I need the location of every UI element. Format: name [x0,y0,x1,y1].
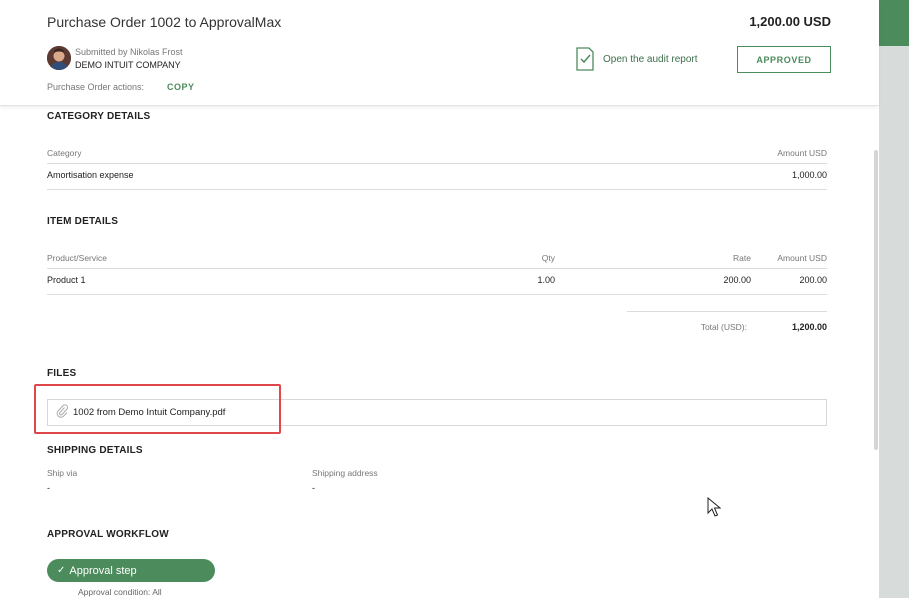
column-header-category: Category [47,148,82,158]
company-name: DEMO INTUIT COMPANY [75,60,181,70]
approval-workflow-title: APPROVAL WORKFLOW [47,529,169,540]
item-amount-cell: 200.00 [799,275,827,285]
shipping-address-label: Shipping address [312,468,378,478]
ship-via-value: - [47,483,50,493]
approval-condition: Approval condition: All [78,587,162,597]
audit-report-link[interactable]: Open the audit report [603,54,698,65]
category-amount-cell: 1,000.00 [791,170,827,180]
po-actions-label: Purchase Order actions: [47,82,145,92]
column-header-product: Product/Service [47,253,107,263]
total-value: 1,200.00 [791,322,827,332]
column-header-amount-usd: Amount USD [777,253,827,263]
category-cell: Amortisation expense [47,170,134,180]
mouse-cursor-icon [707,497,721,517]
avatar [47,46,71,70]
ship-via-label: Ship via [47,468,78,478]
approved-status-button[interactable]: APPROVED [737,46,831,73]
po-header: Purchase Order 1002 to ApprovalMax 1,200… [0,0,879,106]
audit-report-icon[interactable] [576,47,594,71]
check-icon: ✓ [57,565,66,576]
side-panel-accent [879,0,909,46]
approval-step-label: Approval step [69,564,137,577]
item-details-title: ITEM DETAILS [47,216,119,227]
highlight-box [34,384,281,434]
column-header-qty: Qty [541,253,555,263]
submitted-by: Submitted by Nikolas Frost [75,47,183,57]
category-details-title: CATEGORY DETAILS [47,111,151,122]
approval-step-pill[interactable]: ✓ Approval step [47,559,215,582]
column-header-rate: Rate [733,253,751,263]
files-title: FILES [47,368,77,379]
total-divider [627,311,827,312]
divider [47,294,827,295]
shipping-details-title: SHIPPING DETAILS [47,445,143,456]
total-label: Total (USD): [700,322,747,332]
divider [47,163,827,164]
column-header-amount: Amount USD [777,148,827,158]
divider [47,268,827,269]
side-panel [879,0,909,598]
rate-cell: 200.00 [723,275,751,285]
divider [47,189,827,190]
copy-link[interactable]: COPY [167,82,195,92]
qty-cell: 1.00 [537,275,555,285]
shipping-address-value: - [312,483,315,493]
product-cell: Product 1 [47,275,86,285]
page-title: Purchase Order 1002 to ApprovalMax [47,14,282,30]
scrollbar[interactable] [874,150,878,450]
po-amount: 1,200.00 USD [749,14,831,29]
